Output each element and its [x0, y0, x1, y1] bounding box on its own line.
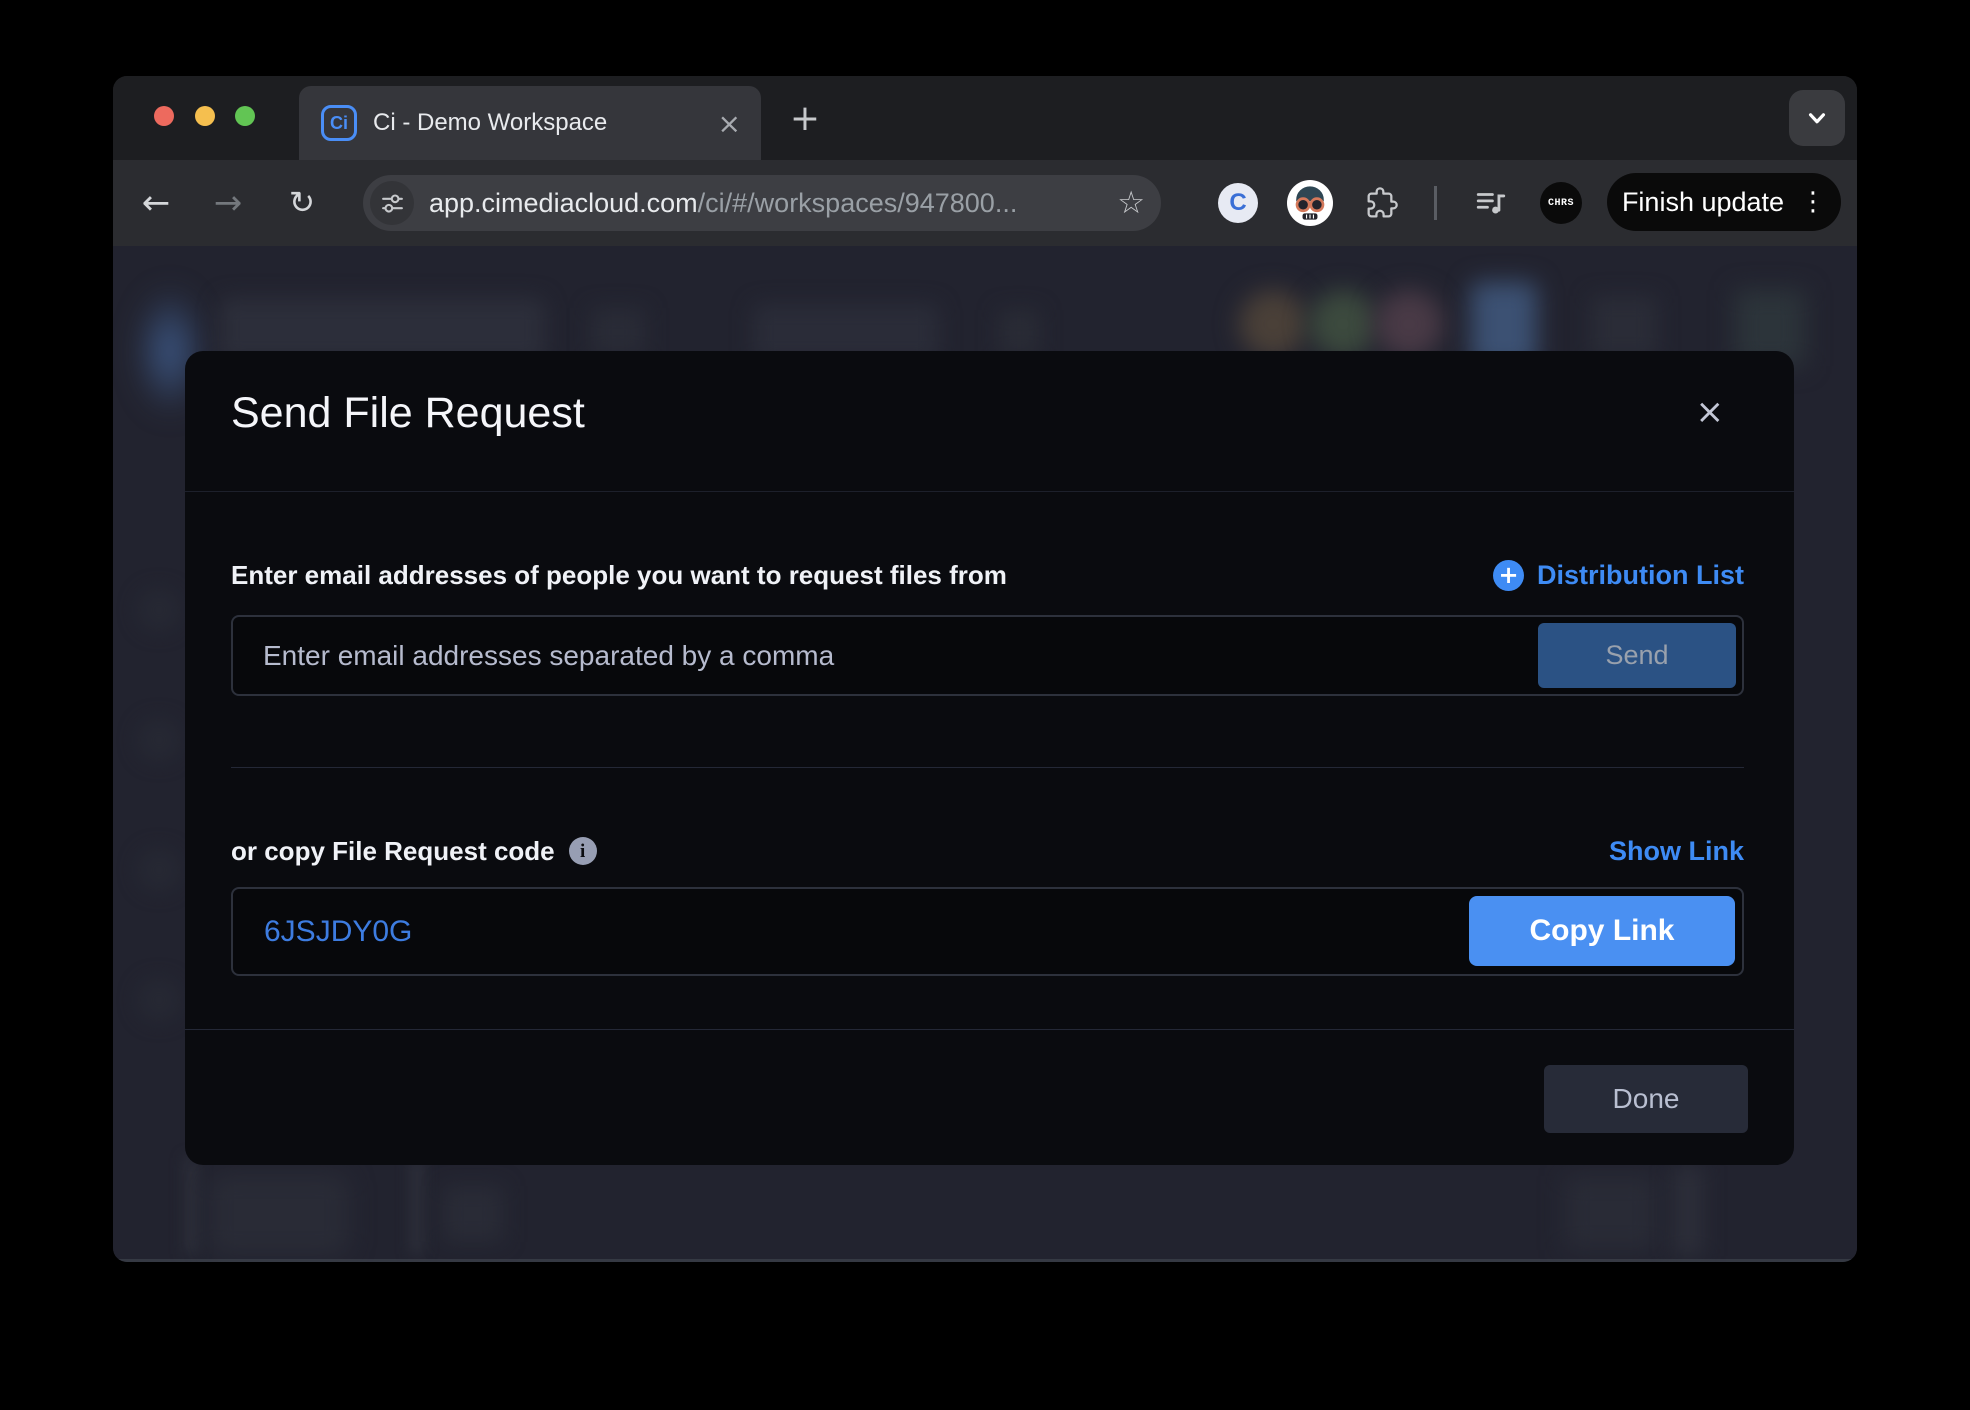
- bookmark-star-icon[interactable]: ☆: [1117, 185, 1145, 221]
- send-file-request-dialog: Send File Request × Enter email addresse…: [185, 351, 1794, 1165]
- blurred-shape: [185, 1158, 197, 1254]
- new-tab-button[interactable]: +: [785, 98, 825, 138]
- blurred-shape: [1591, 296, 1657, 358]
- close-tab-icon[interactable]: ×: [718, 107, 741, 140]
- site-settings-button[interactable]: [370, 181, 414, 225]
- footer-divider: [185, 1029, 1794, 1030]
- section-divider: [231, 767, 1744, 768]
- url-path: /ci/#/workspaces/947800...: [698, 188, 1018, 218]
- email-addresses-label: Enter email addresses of people you want…: [231, 560, 1007, 591]
- media-playlist-button[interactable]: [1474, 186, 1508, 220]
- dialog-close-icon[interactable]: ×: [1696, 395, 1725, 429]
- back-button[interactable]: ←: [134, 181, 178, 225]
- chevron-down-icon: [1802, 103, 1832, 133]
- blurred-shape: [591, 308, 645, 356]
- browser-toolbar: ← → ↻ app.cimediacloud.com/ci/#/workspac…: [113, 160, 1857, 246]
- robot-face-icon: [1287, 180, 1333, 226]
- distribution-list-label: Distribution List: [1537, 560, 1744, 591]
- show-link-button[interactable]: Show Link: [1609, 836, 1744, 867]
- zoom-window-button[interactable]: [235, 106, 255, 126]
- browser-menu-dots-icon[interactable]: ⋮: [1800, 189, 1826, 215]
- avatar-extension-icon[interactable]: [1287, 180, 1333, 226]
- plus-circle-icon: +: [1493, 560, 1524, 591]
- info-icon[interactable]: i: [569, 837, 597, 865]
- send-button[interactable]: Send: [1538, 623, 1736, 688]
- blurred-shape: [1309, 290, 1377, 358]
- tab-title: Ci - Demo Workspace: [373, 109, 718, 137]
- blurred-shape: [411, 1158, 423, 1254]
- tune-icon: [380, 191, 405, 216]
- blurred-shape: [209, 1174, 349, 1256]
- chrs-profile-badge[interactable]: CHRS: [1540, 182, 1582, 224]
- blurred-shape: [137, 718, 181, 762]
- file-request-code-label: or copy File Request code: [231, 836, 555, 867]
- ci-extension-icon[interactable]: C: [1218, 183, 1258, 223]
- toolbar-divider: [1434, 186, 1437, 220]
- blurred-shape: [999, 310, 1039, 356]
- close-window-button[interactable]: [154, 106, 174, 126]
- blurred-shape: [1565, 1176, 1657, 1250]
- blurred-shape: [443, 1186, 503, 1242]
- tab-search-button[interactable]: [1789, 90, 1845, 146]
- finish-update-label: Finish update: [1622, 187, 1784, 218]
- copy-link-button[interactable]: Copy Link: [1469, 896, 1735, 966]
- browser-window: Ci Ci - Demo Workspace × + ← → ↻ a: [113, 76, 1857, 1262]
- blurred-shape: [1673, 1166, 1703, 1256]
- tab-strip: Ci Ci - Demo Workspace × +: [113, 76, 1857, 160]
- blurred-shape: [137, 978, 181, 1022]
- email-input-field: Send: [231, 615, 1744, 696]
- address-bar[interactable]: app.cimediacloud.com/ci/#/workspaces/947…: [363, 175, 1161, 231]
- page-background: Send File Request × Enter email addresse…: [113, 246, 1857, 1262]
- code-label-group: or copy File Request code i: [231, 836, 597, 867]
- email-input[interactable]: [233, 617, 1742, 694]
- header-divider: [185, 491, 1794, 492]
- minimize-window-button[interactable]: [195, 106, 215, 126]
- url-domain: app.cimediacloud.com: [429, 188, 698, 218]
- extensions-button[interactable]: [1366, 187, 1398, 219]
- blurred-shape: [137, 848, 181, 892]
- forward-button[interactable]: →: [206, 181, 250, 225]
- file-request-code-value: 6JSJDY0G: [264, 915, 412, 949]
- done-button[interactable]: Done: [1544, 1065, 1748, 1133]
- puzzle-icon: [1366, 187, 1398, 219]
- playlist-music-icon: [1474, 186, 1508, 220]
- url-text: app.cimediacloud.com/ci/#/workspaces/947…: [429, 188, 1117, 219]
- finish-update-button[interactable]: Finish update ⋮: [1607, 173, 1841, 231]
- distribution-list-button[interactable]: + Distribution List: [1493, 560, 1744, 591]
- ci-favicon-icon: Ci: [321, 105, 357, 141]
- reload-button[interactable]: ↻: [280, 181, 324, 225]
- blurred-shape: [1239, 290, 1307, 358]
- dialog-title: Send File Request: [231, 389, 585, 438]
- browser-tab[interactable]: Ci Ci - Demo Workspace ×: [299, 86, 761, 160]
- blurred-shape: [137, 588, 181, 632]
- file-request-code-field[interactable]: 6JSJDY0G Copy Link: [231, 887, 1744, 976]
- blurred-shape: [1375, 290, 1443, 358]
